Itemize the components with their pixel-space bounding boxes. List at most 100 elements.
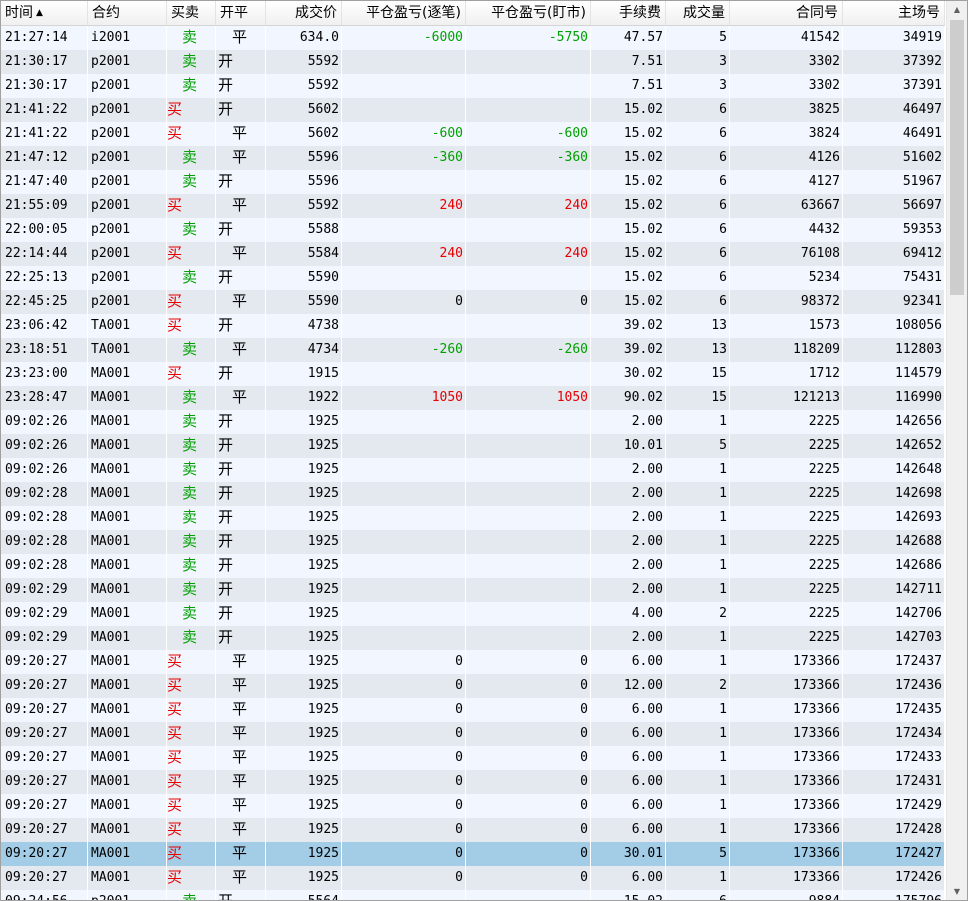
cell-side: 买 [167, 314, 216, 338]
table-row[interactable]: 09:20:27 MA001 买平 1925 0 0 6.00 1 173366 172428 [1, 818, 945, 842]
cell-qty: 1 [666, 554, 730, 578]
table-row[interactable]: 23:06:42 TA001 买开 4738 39.02 13 1573 108056 [1, 314, 945, 338]
cell-pnl_trade: -600 [342, 122, 466, 146]
table-row[interactable]: 09:20:27 MA001 买平 1925 0 0 12.00 2 173366 172436 [1, 674, 945, 698]
cell-contract: MA001 [88, 410, 167, 434]
cell-side: 卖 [167, 482, 216, 506]
table-row[interactable]: 09:02:26 MA001 卖开 1925 10.01 5 2225 142652 [1, 434, 945, 458]
table-row[interactable]: 09:24:56p2001卖开5564 15.0269884175796 [1, 890, 945, 900]
cell-fee: 6.00 [591, 650, 666, 674]
column-header-side[interactable]: 买卖 [167, 1, 216, 25]
scroll-down-icon[interactable]: ▼ [947, 883, 967, 900]
column-header-qty[interactable]: 成交量 [666, 1, 730, 25]
column-header-pnl_mtm[interactable]: 平仓盈亏(盯市) [466, 1, 591, 25]
cell-exchange_no: 142656 [843, 410, 945, 434]
cell-time: 09:20:27 [1, 722, 88, 746]
cell-fee: 6.00 [591, 746, 666, 770]
cell-exchange_no: 172433 [843, 746, 945, 770]
cell-openclose: 平 [216, 26, 266, 50]
cell-pnl_trade: 0 [342, 722, 466, 746]
table-row[interactable]: 09:20:27 MA001 买平 1925 0 0 6.00 1 173366 172429 [1, 794, 945, 818]
cell-pnl_mtm [466, 458, 591, 482]
cell-price: 634.0 [266, 26, 342, 50]
table-row[interactable]: 09:02:26 MA001 卖开 1925 2.00 1 2225 142648 [1, 458, 945, 482]
cell-pnl_mtm [466, 50, 591, 74]
cell-price: 1922 [266, 386, 342, 410]
cell-pnl_mtm: 0 [466, 746, 591, 770]
cell-pnl_trade [342, 890, 466, 900]
table-row[interactable]: 21:47:12 p2001 卖平 5596 -360 -360 15.02 6 4126 516… [1, 146, 945, 170]
table-row[interactable]: 09:02:28 MA001 卖开 1925 2.00 1 2225 142693 [1, 506, 945, 530]
table-row[interactable]: 09:20:27 MA001 买平 1925 0 0 6.00 1 173366 172434 [1, 722, 945, 746]
table-row[interactable]: 23:18:51 TA001 卖平 4734 -260 -260 39.02 13 118209… [1, 338, 945, 362]
cell-time: 21:27:14 [1, 26, 88, 50]
table-row[interactable]: 09:20:27 MA001 买平 1925 0 0 30.01 5 173366 172427 [1, 842, 945, 866]
table-row[interactable]: 09:20:27 MA001 买平 1925 0 0 6.00 1 173366 172431 [1, 770, 945, 794]
column-header-time[interactable]: 时间 ▲ [1, 1, 88, 25]
table-row[interactable]: 21:55:09 p2001 买平 5592 240 240 15.02 6 63667 5669… [1, 194, 945, 218]
table-row[interactable]: 21:41:22 p2001 买开 5602 15.02 6 3825 46497 [1, 98, 945, 122]
table-row[interactable]: 21:41:22 p2001 买平 5602 -600 -600 15.02 6 3824 464… [1, 122, 945, 146]
table-row[interactable]: 09:20:27 MA001 买平 1925 0 0 6.00 1 173366 172433 [1, 746, 945, 770]
cell-pnl_mtm [466, 266, 591, 290]
scroll-thumb[interactable] [950, 20, 964, 295]
cell-side: 卖 [167, 266, 216, 290]
cell-contract: MA001 [88, 530, 167, 554]
column-header-contract[interactable]: 合约 [88, 1, 167, 25]
table-row[interactable]: 09:02:29 MA001 卖开 1925 2.00 1 2225 142711 [1, 578, 945, 602]
table-row[interactable]: 22:00:05 p2001 卖开 5588 15.02 6 4432 59353 [1, 218, 945, 242]
table-row[interactable]: 22:25:13 p2001 卖开 5590 15.02 6 5234 75431 [1, 266, 945, 290]
table-row[interactable]: 22:14:44 p2001 买平 5584 240 240 15.02 6 76108 6941… [1, 242, 945, 266]
cell-pnl_trade: 0 [342, 746, 466, 770]
cell-exchange_no: 172431 [843, 770, 945, 794]
cell-openclose: 开 [216, 218, 266, 242]
cell-openclose: 开 [216, 554, 266, 578]
cell-openclose: 开 [216, 506, 266, 530]
cell-openclose: 平 [216, 746, 266, 770]
table-row[interactable]: 09:02:28 MA001 卖开 1925 2.00 1 2225 142698 [1, 482, 945, 506]
cell-qty: 13 [666, 338, 730, 362]
column-header-pnl_trade[interactable]: 平仓盈亏(逐笔) [342, 1, 466, 25]
cell-pnl_mtm: 240 [466, 194, 591, 218]
cell-qty: 5 [666, 842, 730, 866]
table-row[interactable]: 09:20:27 MA001 买平 1925 0 0 6.00 1 173366 172437 [1, 650, 945, 674]
cell-fee: 15.02 [591, 146, 666, 170]
cell-pnl_trade: 0 [342, 794, 466, 818]
sort-ascending-icon: ▲ [36, 8, 43, 18]
cell-price: 1925 [266, 746, 342, 770]
cell-qty: 2 [666, 674, 730, 698]
table-row[interactable]: 09:02:28 MA001 卖开 1925 2.00 1 2225 142686 [1, 554, 945, 578]
table-row[interactable]: 09:02:29 MA001 卖开 1925 4.00 2 2225 142706 [1, 602, 945, 626]
table-row[interactable]: 21:30:17 p2001 卖开 5592 7.51 3 3302 37391 [1, 74, 945, 98]
table-row[interactable]: 09:20:27 MA001 买平 1925 0 0 6.00 1 173366 172435 [1, 698, 945, 722]
table-row[interactable]: 09:20:27 MA001 买平 1925 0 0 6.00 1 173366 172426 [1, 866, 945, 890]
cell-pnl_trade: -260 [342, 338, 466, 362]
table-row[interactable]: 22:45:25 p2001 买平 5590 0 0 15.02 6 98372 92341 [1, 290, 945, 314]
scroll-up-icon[interactable]: ▲ [947, 1, 967, 18]
column-header-price[interactable]: 成交价 [266, 1, 342, 25]
cell-qty: 6 [666, 890, 730, 900]
cell-fee: 2.00 [591, 530, 666, 554]
cell-time: 21:55:09 [1, 194, 88, 218]
cell-exchange_no: 172434 [843, 722, 945, 746]
table-row[interactable]: 23:23:00 MA001 买开 1915 30.02 15 1712 114579 [1, 362, 945, 386]
table-row[interactable]: 21:47:40 p2001 卖开 5596 15.02 6 4127 51967 [1, 170, 945, 194]
cell-pnl_mtm: 0 [466, 794, 591, 818]
table-row[interactable]: 23:28:47 MA001 卖平 1922 1050 1050 90.02 15 121213… [1, 386, 945, 410]
table-row[interactable]: 21:27:14 i2001 卖平 634.0 -6000 -5750 47.57 5 4154… [1, 26, 945, 50]
cell-contract_no: 2225 [730, 602, 843, 626]
vertical-scrollbar[interactable]: ▲ ▼ [946, 1, 967, 900]
column-header-exchange_no[interactable]: 主场号 [843, 1, 945, 25]
table-body[interactable]: 21:27:14 i2001 卖平 634.0 -6000 -5750 47.57 5 4154… [1, 26, 945, 900]
table-row[interactable]: 21:30:17 p2001 卖开 5592 7.51 3 3302 37392 [1, 50, 945, 74]
cell-contract_no: 1573 [730, 314, 843, 338]
column-header-fee[interactable]: 手续费 [591, 1, 666, 25]
column-header-contract_no[interactable]: 合同号 [730, 1, 843, 25]
column-header-openclose[interactable]: 开平 [216, 1, 266, 25]
cell-price: 1925 [266, 698, 342, 722]
cell-pnl_trade: -6000 [342, 26, 466, 50]
table-row[interactable]: 09:02:26 MA001 卖开 1925 2.00 1 2225 142656 [1, 410, 945, 434]
table-row[interactable]: 09:02:29 MA001 卖开 1925 2.00 1 2225 142703 [1, 626, 945, 650]
cell-qty: 1 [666, 506, 730, 530]
table-row[interactable]: 09:02:28 MA001 卖开 1925 2.00 1 2225 142688 [1, 530, 945, 554]
